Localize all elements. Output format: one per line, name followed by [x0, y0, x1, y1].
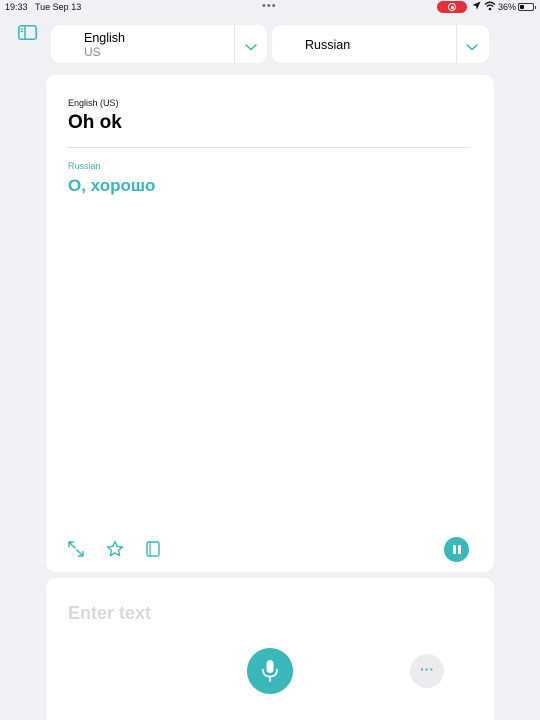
- sidebar-icon[interactable]: [18, 25, 37, 40]
- translate-app: 19:33 Tue Sep 13 ••• 36% English US Russ…: [0, 0, 540, 720]
- card-divider: [68, 147, 470, 148]
- input-card: ···: [46, 578, 494, 720]
- text-input[interactable]: [68, 600, 448, 626]
- pause-icon[interactable]: [444, 537, 469, 562]
- source-language-label: English (US): [68, 98, 119, 108]
- status-date: Tue Sep 13: [35, 2, 82, 12]
- expand-arrows-icon[interactable]: [67, 540, 85, 558]
- multitasking-dots-icon[interactable]: •••: [262, 0, 277, 12]
- location-icon: [472, 1, 481, 13]
- star-icon[interactable]: [106, 540, 124, 558]
- target-language-selector[interactable]: Russian: [272, 25, 489, 63]
- target-language-name: Russian: [305, 38, 351, 52]
- microphone-icon: [262, 660, 278, 682]
- source-language-region: US: [84, 45, 101, 59]
- selector-divider: [456, 25, 457, 63]
- translation-card: English (US) Oh ok Russian О, хорошо: [46, 75, 494, 572]
- ellipsis-icon: ···: [420, 661, 434, 677]
- source-language-name: English: [84, 31, 125, 45]
- battery-icon: [518, 3, 536, 11]
- source-text[interactable]: Oh ok: [68, 112, 122, 134]
- target-language-label: Russian: [68, 161, 101, 171]
- more-options-button[interactable]: ···: [410, 654, 444, 688]
- status-time: 19:33: [5, 2, 28, 12]
- wifi-icon: [484, 1, 496, 13]
- battery-percent: 36%: [498, 2, 517, 12]
- chevron-down-icon[interactable]: [466, 39, 478, 51]
- chevron-down-icon[interactable]: [245, 39, 257, 51]
- microphone-button[interactable]: [247, 648, 293, 694]
- screen-recording-icon[interactable]: [437, 1, 467, 13]
- status-bar: 19:33 Tue Sep 13 ••• 36%: [0, 0, 540, 14]
- book-icon[interactable]: [144, 540, 162, 558]
- translated-text[interactable]: О, хорошо: [68, 176, 155, 196]
- selector-divider: [234, 25, 235, 63]
- source-language-selector[interactable]: English US: [51, 25, 267, 63]
